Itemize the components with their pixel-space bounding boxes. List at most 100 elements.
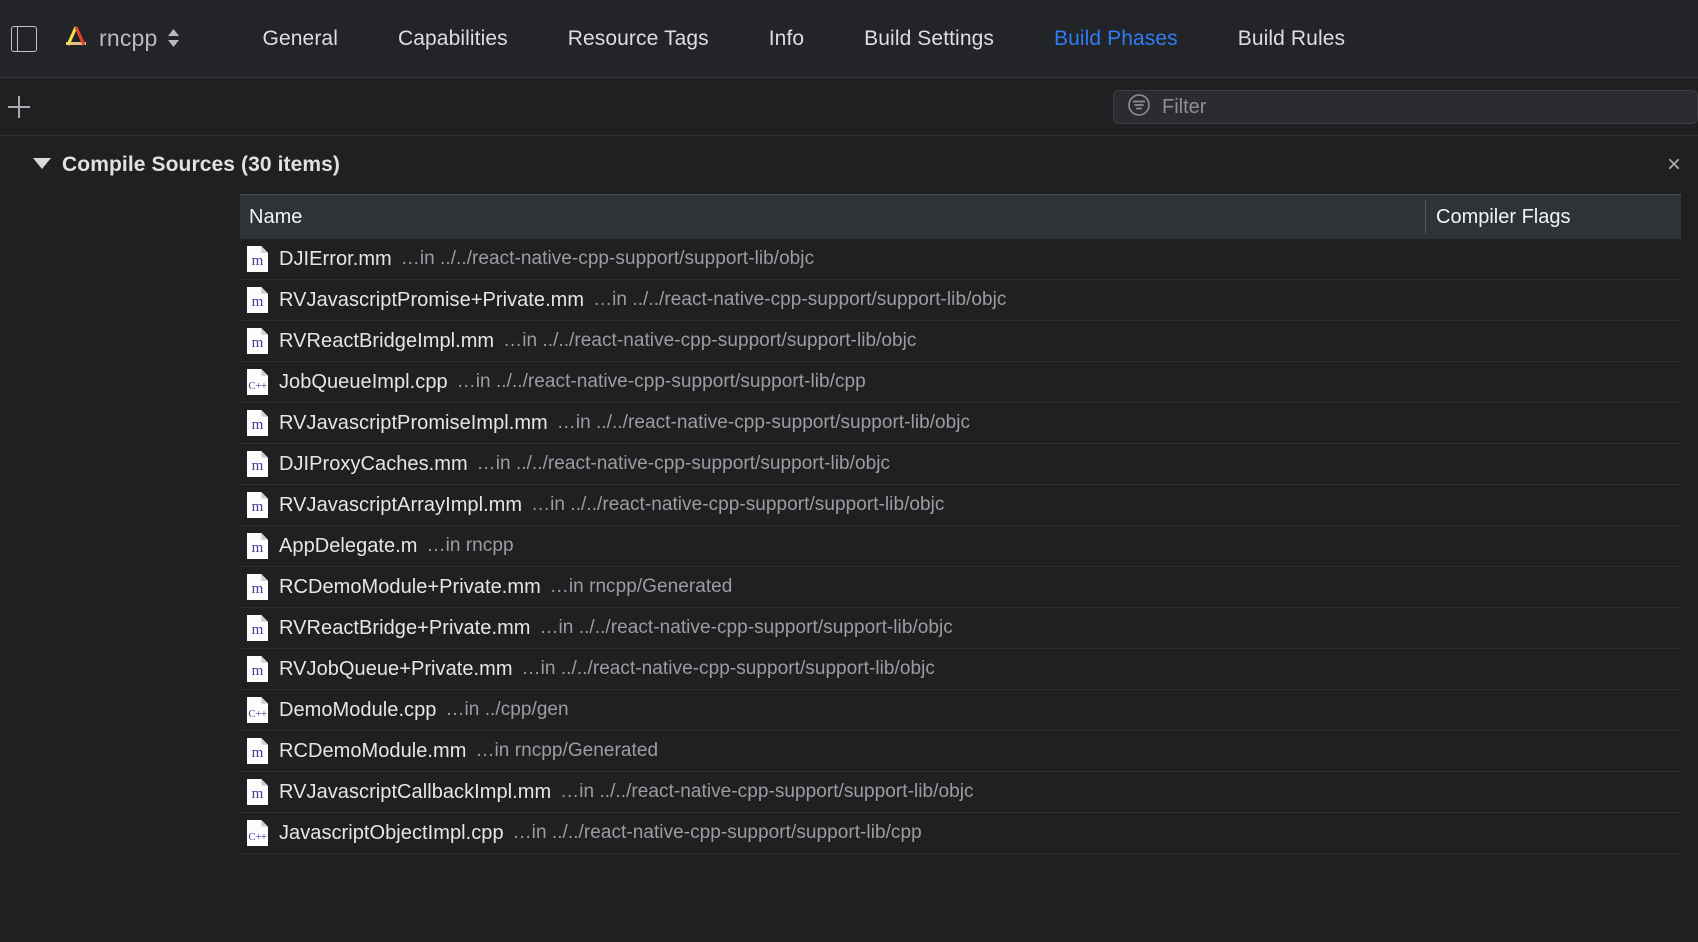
objc-file-icon: m xyxy=(247,615,268,641)
file-name: RVJobQueue+Private.mm xyxy=(279,657,513,680)
objc-file-icon: m xyxy=(247,246,268,272)
tab-build-rules[interactable]: Build Rules xyxy=(1208,21,1375,57)
cpp-file-icon: C++ xyxy=(247,369,268,395)
filter-input[interactable]: Filter xyxy=(1113,90,1698,124)
scheme-selector[interactable]: rncpp xyxy=(62,23,180,54)
objc-file-icon: m xyxy=(247,574,268,600)
filter-icon xyxy=(1127,93,1151,122)
tab-general[interactable]: General xyxy=(233,21,368,57)
objc-file-icon: m xyxy=(247,328,268,354)
file-icon-badge: m xyxy=(251,663,264,679)
file-icon-badge: m xyxy=(251,335,264,351)
file-icon-badge: m xyxy=(251,581,264,597)
table-body: m DJIError.mm …in ../../react-native-cpp-s… xyxy=(240,239,1681,854)
file-icon-badge: m xyxy=(251,622,264,638)
file-icon-badge: C++ xyxy=(248,708,267,720)
table-row[interactable]: m RVReactBridge+Private.mm …in ../../react… xyxy=(240,608,1681,649)
table-header-row: Name Compiler Flags xyxy=(240,195,1681,239)
compile-sources-phase-header[interactable]: Compile Sources (30 items) × xyxy=(0,136,1698,194)
tab-capabilities[interactable]: Capabilities xyxy=(368,21,538,57)
file-icon-badge: m xyxy=(251,745,264,761)
phase-title: Compile Sources (30 items) xyxy=(62,153,341,176)
tab-build-phases[interactable]: Build Phases xyxy=(1024,21,1208,57)
file-name: DJIError.mm xyxy=(279,247,392,270)
table-row[interactable]: m RCDemoModule.mm …in rncpp/Generated xyxy=(240,731,1681,772)
sidebar-left-icon[interactable] xyxy=(11,25,37,52)
file-path: …in ../../react-native-cpp-support/suppo… xyxy=(503,330,917,351)
compile-sources-table: Name Compiler Flags m DJIError.mm …in ../.… xyxy=(240,194,1681,854)
file-path: …in ../../react-native-cpp-support/suppo… xyxy=(512,822,922,843)
table-row[interactable]: m RVJavascriptPromiseImpl.mm …in ../../rea… xyxy=(240,403,1681,444)
editor-tabs: General Capabilities Resource Tags Info … xyxy=(233,21,1376,57)
filter-placeholder: Filter xyxy=(1162,95,1207,118)
file-name: AppDelegate.m xyxy=(279,534,418,557)
file-name: JobQueueImpl.cpp xyxy=(279,370,448,393)
file-path: …in rncpp/Generated xyxy=(549,576,733,597)
table-row[interactable]: m RVJavascriptArrayImpl.mm …in ../../react… xyxy=(240,485,1681,526)
table-row[interactable]: m DJIProxyCaches.mm …in ../../react-native… xyxy=(240,444,1681,485)
tab-info[interactable]: Info xyxy=(739,21,834,57)
file-icon-badge: C++ xyxy=(248,380,267,392)
cpp-file-icon: C++ xyxy=(247,697,268,723)
xcode-project-icon xyxy=(62,23,90,54)
objc-file-icon: m xyxy=(247,533,268,559)
table-row[interactable]: m AppDelegate.m …in rncpp xyxy=(240,526,1681,567)
table-row[interactable]: m RVJavascriptCallbackImpl.mm …in ../../re… xyxy=(240,772,1681,813)
chevron-up-down-icon[interactable] xyxy=(167,29,180,48)
file-path: …in ../../react-native-cpp-support/suppo… xyxy=(531,494,945,515)
file-path: …in ../../react-native-cpp-support/suppo… xyxy=(560,781,974,802)
file-path: …in ../../react-native-cpp-support/suppo… xyxy=(556,412,971,433)
objc-file-icon: m xyxy=(247,779,268,805)
file-icon-badge: m xyxy=(251,499,264,515)
scheme-name: rncpp xyxy=(99,25,158,51)
table-row[interactable]: m RVJobQueue+Private.mm …in ../../react-na… xyxy=(240,649,1681,690)
plus-icon[interactable] xyxy=(5,93,33,121)
file-path: …in ../../react-native-cpp-support/suppo… xyxy=(456,371,866,392)
file-name: JavascriptObjectImpl.cpp xyxy=(279,821,504,844)
file-path: …in ../../react-native-cpp-support/suppo… xyxy=(476,453,891,474)
close-icon[interactable]: × xyxy=(1667,153,1681,177)
file-icon-badge: m xyxy=(251,417,264,433)
file-icon-badge: C++ xyxy=(248,831,267,843)
file-icon-badge: m xyxy=(251,786,264,802)
column-divider[interactable] xyxy=(1425,200,1426,234)
file-icon-badge: m xyxy=(251,540,264,556)
cpp-file-icon: C++ xyxy=(247,820,268,846)
file-name: RVReactBridgeImpl.mm xyxy=(279,329,495,352)
objc-file-icon: m xyxy=(247,492,268,518)
file-name: DJIProxyCaches.mm xyxy=(279,452,468,475)
file-path: …in ../../react-native-cpp-support/suppo… xyxy=(521,658,935,679)
tab-resource-tags[interactable]: Resource Tags xyxy=(538,21,739,57)
file-path: …in ../../react-native-cpp-support/suppo… xyxy=(539,617,953,638)
file-path: …in rncpp xyxy=(426,535,514,556)
objc-file-icon: m xyxy=(247,410,268,436)
build-phases-toolbar: Filter xyxy=(0,78,1698,136)
file-path: …in ../../react-native-cpp-support/suppo… xyxy=(593,289,1007,310)
file-name: RVJavascriptPromiseImpl.mm xyxy=(279,411,548,434)
objc-file-icon: m xyxy=(247,451,268,477)
table-row[interactable]: m RVJavascriptPromise+Private.mm …in ../..… xyxy=(240,280,1681,321)
file-icon-badge: m xyxy=(251,253,264,269)
table-row[interactable]: C++ JavascriptObjectImpl.cpp …in ../../rea… xyxy=(240,813,1681,854)
column-header-compiler-flags[interactable]: Compiler Flags xyxy=(1436,206,1570,229)
tab-build-settings[interactable]: Build Settings xyxy=(834,21,1024,57)
file-name: RVJavascriptPromise+Private.mm xyxy=(279,288,585,311)
table-row[interactable]: m DJIError.mm …in ../../react-native-cpp-s… xyxy=(240,239,1681,280)
table-row[interactable]: m RCDemoModule+Private.mm …in rncpp/Genera… xyxy=(240,567,1681,608)
table-row[interactable]: m RVReactBridgeImpl.mm …in ../../react-nat… xyxy=(240,321,1681,362)
editor-tab-bar: rncpp General Capabilities Resource Tags… xyxy=(0,0,1698,78)
table-row[interactable]: C++ DemoModule.cpp …in ../cpp/gen xyxy=(240,690,1681,731)
file-name: DemoModule.cpp xyxy=(279,698,437,721)
file-name: RCDemoModule+Private.mm xyxy=(279,575,541,598)
file-path: …in rncpp/Generated xyxy=(475,740,659,761)
objc-file-icon: m xyxy=(247,287,268,313)
disclosure-triangle-down-icon[interactable] xyxy=(32,156,54,175)
file-name: RVReactBridge+Private.mm xyxy=(279,616,531,639)
table-row[interactable]: C++ JobQueueImpl.cpp …in ../../react-nativ… xyxy=(240,362,1681,403)
file-path: …in ../../react-native-cpp-support/suppo… xyxy=(400,248,815,269)
file-name: RVJavascriptCallbackImpl.mm xyxy=(279,780,552,803)
file-path: …in ../cpp/gen xyxy=(445,699,569,720)
objc-file-icon: m xyxy=(247,738,268,764)
file-name: RCDemoModule.mm xyxy=(279,739,467,762)
column-header-name[interactable]: Name xyxy=(240,206,302,229)
